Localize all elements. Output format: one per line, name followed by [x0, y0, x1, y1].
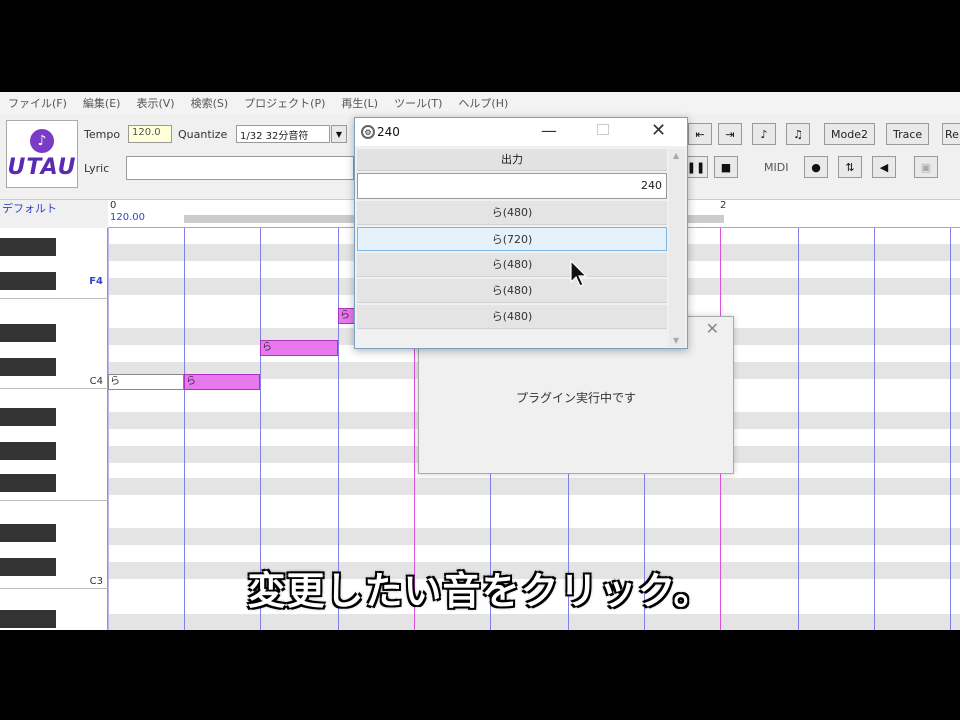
track-name: デフォルト — [2, 202, 57, 215]
menu-bar: ファイル(F) 編集(E) 表示(V) 検索(S) プロジェクト(P) 再生(L… — [0, 92, 960, 114]
note-list: 出力 240 ら(480) ら(720) ら(480) ら(480) ら(480… — [357, 149, 667, 347]
black-key[interactable] — [0, 442, 56, 460]
mode2-button[interactable]: Mode2 — [824, 123, 875, 145]
menu-search[interactable]: 検索(S) — [191, 95, 229, 111]
note[interactable]: ら — [184, 374, 260, 390]
skip-start-icon[interactable]: ⇤ — [688, 123, 712, 145]
black-key[interactable] — [0, 524, 56, 542]
black-key[interactable] — [0, 408, 56, 426]
stop-icon[interactable]: ■ — [714, 156, 738, 178]
scroll-up-icon[interactable]: ▲ — [673, 151, 679, 160]
menu-file[interactable]: ファイル(F) — [8, 95, 67, 111]
ruler-bar-start: 0 — [110, 200, 117, 211]
menu-tools[interactable]: ツール(T) — [394, 95, 442, 111]
dialog-scrollbar[interactable]: ▲ ▼ — [669, 149, 685, 347]
app-icon: ⚙ — [361, 125, 375, 139]
key-divider — [0, 298, 108, 299]
key-divider — [0, 500, 108, 501]
tempo-label: Tempo — [84, 128, 121, 141]
ruler-bar-two: 2 — [720, 200, 727, 211]
menu-edit[interactable]: 編集(E) — [83, 95, 121, 111]
tempo-input[interactable]: 120.0 — [128, 125, 172, 143]
trace-button[interactable]: Trace — [886, 123, 930, 145]
quantize-label: Quantize — [178, 128, 228, 141]
utau-logo: ♪ UTAU — [6, 120, 78, 188]
disabled-tool-icon[interactable]: ▣ — [914, 156, 938, 178]
key-divider — [0, 388, 108, 389]
maximize-icon[interactable] — [597, 124, 609, 135]
speaker-icon[interactable]: ◀ — [872, 156, 896, 178]
midi-sync-icon[interactable]: ⇅ — [838, 156, 862, 178]
ruler-tempo: 120.00 — [110, 212, 145, 223]
black-key[interactable] — [0, 358, 56, 376]
list-item[interactable]: ら(480) — [357, 253, 667, 277]
plugin-running-message: プラグイン実行中です — [515, 391, 636, 405]
menu-project[interactable]: プロジェクト(P) — [244, 95, 325, 111]
black-key[interactable] — [0, 474, 56, 492]
list-item[interactable]: ら(480) — [357, 305, 667, 329]
close-icon[interactable]: ✕ — [651, 120, 666, 141]
minimize-icon[interactable]: — — [541, 121, 557, 140]
black-key[interactable] — [0, 238, 56, 256]
key-label-f4: F4 — [89, 276, 103, 287]
caption-subtitle: 変更したい音をクリック。 — [247, 569, 713, 613]
midi-record-icon[interactable]: ● — [804, 156, 828, 178]
length-dialog: ⚙ 240 — ✕ 出力 240 ら(480) ら(720) ら(480) ら(… — [354, 117, 688, 349]
dialog-title: 240 — [377, 125, 400, 139]
utau-logo-icon: ♪ — [30, 128, 54, 153]
list-item-selected[interactable]: ら(720) — [357, 227, 667, 251]
note[interactable]: ら — [260, 340, 338, 356]
lyric-input[interactable] — [126, 156, 354, 180]
scroll-down-icon[interactable]: ▼ — [673, 336, 679, 345]
key-label-c4: C4 — [89, 376, 103, 387]
quantize-select[interactable]: 1/32 32分音符 — [236, 125, 330, 143]
midi-label: MIDI — [764, 161, 789, 174]
menu-play[interactable]: 再生(L) — [341, 95, 378, 111]
utau-logo-text: UTAU — [7, 154, 77, 180]
skip-end-icon[interactable]: ⇥ — [718, 123, 742, 145]
list-item[interactable]: ら(480) — [357, 279, 667, 303]
list-item[interactable]: ら(480) — [357, 201, 667, 225]
black-key[interactable] — [0, 272, 56, 290]
quantize-dropdown-icon[interactable]: ▼ — [331, 125, 347, 143]
output-value-field[interactable]: 240 — [357, 173, 667, 199]
piano-roll-row — [108, 478, 960, 495]
column-header: 出力 — [357, 149, 667, 171]
menu-view[interactable]: 表示(V) — [136, 95, 174, 111]
re-button[interactable]: Re — [942, 123, 960, 145]
note-next-icon[interactable]: ♫ — [786, 123, 810, 145]
black-key[interactable] — [0, 324, 56, 342]
piano-roll-row — [108, 528, 960, 545]
note-prev-icon[interactable]: ♪ — [752, 123, 776, 145]
note[interactable]: ら — [108, 374, 184, 390]
plugin-close-icon[interactable]: ✕ — [706, 319, 719, 338]
utau-window: ファイル(F) 編集(E) 表示(V) 検索(S) プロジェクト(P) 再生(L… — [0, 92, 960, 630]
dialog-titlebar[interactable]: ⚙ 240 — ✕ — [355, 118, 687, 146]
piano-roll-row — [108, 614, 960, 630]
menu-help[interactable]: ヘルプ(H) — [458, 95, 508, 111]
lyric-label: Lyric — [84, 162, 110, 175]
mouse-cursor-icon — [570, 260, 588, 287]
